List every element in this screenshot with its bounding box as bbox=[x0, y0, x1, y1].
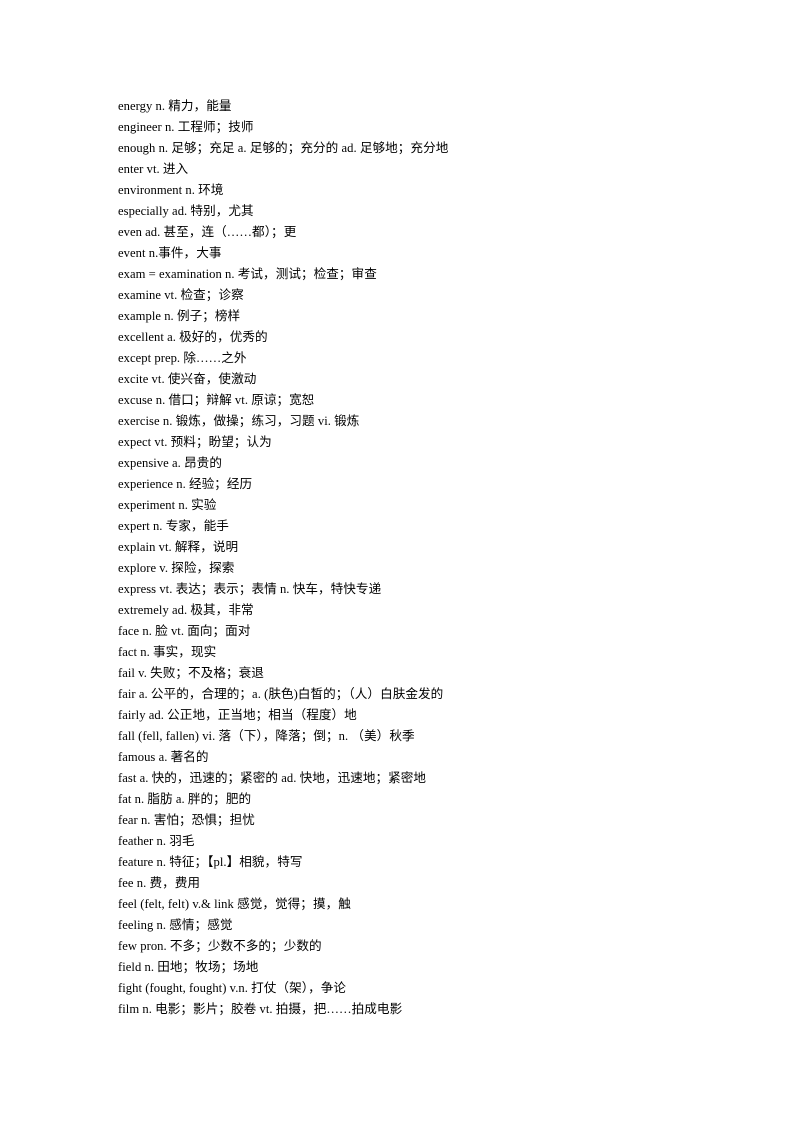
vocabulary-entry: feature n. 特征；【pl.】相貌，特写 bbox=[118, 855, 303, 869]
vocabulary-entry: fail v. 失败；不及格；衰退 bbox=[118, 666, 264, 680]
vocabulary-entry: event n.事件，大事 bbox=[118, 246, 222, 260]
vocabulary-entry: excellent a. 极好的，优秀的 bbox=[118, 330, 268, 344]
vocabulary-entry: fat n. 脂肪 a. 胖的；肥的 bbox=[118, 792, 252, 806]
vocabulary-entry: examine vt. 检查；诊察 bbox=[118, 288, 244, 302]
vocabulary-entry: fall (fell, fallen) vi. 落（下），降落；倒；n. （美）… bbox=[118, 729, 415, 743]
vocabulary-entry: expensive a. 昂贵的 bbox=[118, 456, 222, 470]
vocabulary-entry: expert n. 专家，能手 bbox=[118, 519, 229, 533]
vocabulary-entry: especially ad. 特别，尤其 bbox=[118, 204, 254, 218]
vocabulary-entry: exam = examination n. 考试，测试；检查；审查 bbox=[118, 267, 377, 281]
vocabulary-entry: field n. 田地；牧场；场地 bbox=[118, 960, 259, 974]
vocabulary-entry: energy n. 精力，能量 bbox=[118, 99, 232, 113]
vocabulary-entry: face n. 脸 vt. 面向；面对 bbox=[118, 624, 251, 638]
vocabulary-entry: fight (fought, fought) v.n. 打仗（架），争论 bbox=[118, 981, 346, 995]
vocabulary-entry: engineer n. 工程师；技师 bbox=[118, 120, 254, 134]
vocabulary-entry: express vt. 表达；表示；表情 n. 快车，特快专递 bbox=[118, 582, 382, 596]
vocabulary-entry: fairly ad. 公正地，正当地；相当（程度）地 bbox=[118, 708, 357, 722]
vocabulary-entry: explore v. 探险，探索 bbox=[118, 561, 235, 575]
vocabulary-entry-list: energy n. 精力，能量 engineer n. 工程师；技师 enough … bbox=[118, 96, 718, 1020]
vocabulary-entry: environment n. 环境 bbox=[118, 183, 224, 197]
vocabulary-entry: explain vt. 解释，说明 bbox=[118, 540, 239, 554]
vocabulary-entry: excite vt. 使兴奋，使激动 bbox=[118, 372, 257, 386]
vocabulary-entry: fact n. 事实，现实 bbox=[118, 645, 217, 659]
vocabulary-entry: exercise n. 锻炼，做操；练习，习题 vi. 锻炼 bbox=[118, 414, 360, 428]
vocabulary-entry: fast a. 快的，迅速的；紧密的 ad. 快地，迅速地；紧密地 bbox=[118, 771, 427, 785]
vocabulary-entry: fair a. 公平的，合理的；a. (肤色)白皙的；（人）白肤金发的 bbox=[118, 687, 444, 701]
vocabulary-entry: feather n. 羽毛 bbox=[118, 834, 195, 848]
vocabulary-entry: feel (felt, felt) v.& link 感觉，觉得；摸，触 bbox=[118, 897, 351, 911]
vocabulary-entry: excuse n. 借口；辩解 vt. 原谅；宽恕 bbox=[118, 393, 315, 407]
vocabulary-entry: except prep. 除……之外 bbox=[118, 351, 247, 365]
vocabulary-entry: expect vt. 预料；盼望；认为 bbox=[118, 435, 272, 449]
vocabulary-entry: feeling n. 感情；感觉 bbox=[118, 918, 233, 932]
vocabulary-entry: experiment n. 实验 bbox=[118, 498, 217, 512]
vocabulary-entry: even ad. 甚至，连（……都）；更 bbox=[118, 225, 297, 239]
vocabulary-entry: enter vt. 进入 bbox=[118, 162, 189, 176]
vocabulary-entry: few pron. 不多；少数不多的；少数的 bbox=[118, 939, 322, 953]
vocabulary-entry: experience n. 经验；经历 bbox=[118, 477, 253, 491]
vocabulary-entry: famous a. 著名的 bbox=[118, 750, 209, 764]
document-page: energy n. 精力，能量 engineer n. 工程师；技师 enough … bbox=[0, 0, 794, 1123]
vocabulary-entry: enough n. 足够；充足 a. 足够的；充分的 ad. 足够地；充分地 bbox=[118, 141, 449, 155]
vocabulary-entry: fear n. 害怕；恐惧；担忧 bbox=[118, 813, 255, 827]
vocabulary-entry: extremely ad. 极其，非常 bbox=[118, 603, 254, 617]
vocabulary-entry: fee n. 费，费用 bbox=[118, 876, 201, 890]
vocabulary-entry: example n. 例子；榜样 bbox=[118, 309, 241, 323]
vocabulary-entry: film n. 电影；影片；胶卷 vt. 拍摄，把……拍成电影 bbox=[118, 1002, 403, 1016]
